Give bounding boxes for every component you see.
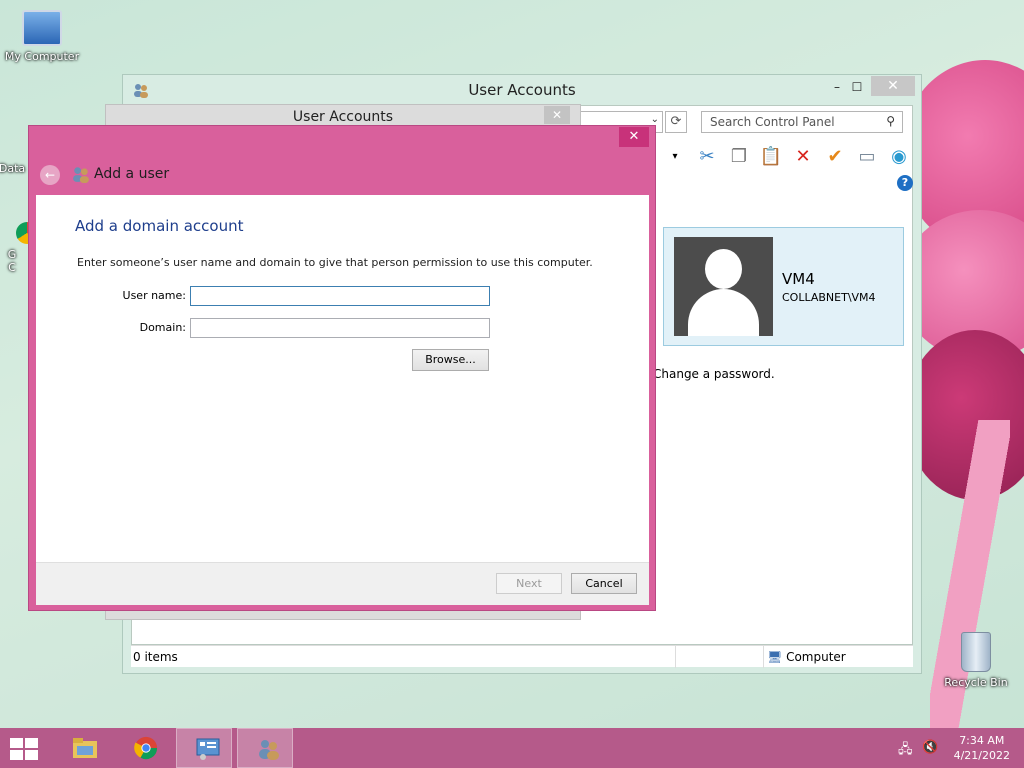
windows-logo-icon xyxy=(10,738,38,760)
help-icon[interactable]: ? xyxy=(897,175,913,191)
network-icon[interactable]: 🖧 xyxy=(898,740,913,762)
avatar xyxy=(674,237,773,336)
desktop-icon-label: Recycle Bin xyxy=(944,676,1008,689)
close-button[interactable]: ✕ xyxy=(544,106,570,124)
dialog-footer: Next Cancel xyxy=(36,562,649,605)
dialog-body: Add a domain account Enter someone’s use… xyxy=(36,195,649,605)
volume-muted-icon[interactable]: 🔇 xyxy=(922,740,938,755)
search-placeholder: Search Control Panel xyxy=(710,115,835,129)
next-button[interactable]: Next xyxy=(496,573,562,594)
users-icon xyxy=(259,740,279,760)
recycle-bin-icon xyxy=(961,632,991,672)
chrome-icon xyxy=(134,736,158,760)
dialog-description: Enter someone’s user name and domain to … xyxy=(77,256,593,269)
dialog-title: Add a user xyxy=(94,166,170,182)
window-title: User Accounts xyxy=(292,109,394,125)
control-panel-icon xyxy=(196,738,220,760)
taskbar: 🖧 🔇 7:34 AM 4/21/2022 xyxy=(0,728,1024,768)
dialog-heading: Add a domain account xyxy=(75,217,244,235)
search-input[interactable]: Search Control Panel ⚲ xyxy=(701,111,903,133)
window-title: User Accounts xyxy=(468,81,576,99)
dropdown-arrow-icon[interactable]: ▾ xyxy=(663,145,687,169)
properties-icon[interactable]: ▭ xyxy=(855,145,879,169)
taskbar-control-panel[interactable] xyxy=(176,728,232,768)
username-field[interactable] xyxy=(190,286,490,306)
toolbar: ▾ ✂ ❐ 📋 ✕ ✔ ▭ ◉ xyxy=(663,143,911,171)
taskbar-chrome[interactable] xyxy=(115,728,171,768)
shell-icon[interactable]: ◉ xyxy=(887,145,911,169)
status-location: 🖥 Computer xyxy=(767,650,846,664)
desktop-icon-label: C xyxy=(8,261,16,274)
clock-time: 7:34 AM xyxy=(959,734,1005,747)
clock[interactable]: 7:34 AM 4/21/2022 xyxy=(954,733,1010,763)
users-icon xyxy=(73,167,89,183)
clock-date: 4/21/2022 xyxy=(953,749,1010,762)
refresh-button[interactable]: ⟳ xyxy=(665,111,687,133)
computer-icon: 🖥 xyxy=(767,650,787,664)
chevron-down-icon[interactable]: ⌄ xyxy=(651,114,659,125)
cut-icon[interactable]: ✂ xyxy=(695,145,719,169)
close-button[interactable]: ✕ xyxy=(619,127,649,147)
status-item-count: 0 items xyxy=(133,650,178,664)
add-user-dialog: ✕ ← Add a user Add a domain account Ente… xyxy=(28,125,656,611)
maximize-button[interactable]: ☐ xyxy=(845,77,869,97)
copy-icon[interactable]: ❐ xyxy=(727,145,751,169)
change-password-link[interactable]: Change a password. xyxy=(653,367,775,381)
computer-icon xyxy=(22,10,62,46)
taskbar-user-accounts[interactable] xyxy=(237,728,293,768)
folder-icon xyxy=(73,738,97,758)
taskbar-file-explorer[interactable] xyxy=(54,728,110,768)
desktop-icon-label: My Computer xyxy=(4,50,80,63)
wallpaper-stem xyxy=(930,420,1010,750)
status-bar: 0 items 🖥 Computer xyxy=(131,645,913,668)
close-button[interactable]: ✕ xyxy=(871,76,915,96)
status-location-label: Computer xyxy=(786,650,846,664)
start-button[interactable] xyxy=(0,728,56,768)
desktop-icon-recycle-bin[interactable]: Recycle Bin xyxy=(934,632,1018,689)
domain-label: Domain: xyxy=(139,321,186,334)
desktop-icon-my-computer[interactable]: My Computer xyxy=(0,10,84,63)
username-label: User name: xyxy=(122,289,186,302)
back-arrow-icon[interactable]: ← xyxy=(40,165,60,185)
checkmark-icon[interactable]: ✔ xyxy=(823,145,847,169)
cancel-button[interactable]: Cancel xyxy=(571,573,637,594)
domain-field[interactable] xyxy=(190,318,490,338)
delete-icon[interactable]: ✕ xyxy=(791,145,815,169)
paste-icon[interactable]: 📋 xyxy=(759,145,783,169)
browse-button[interactable]: Browse... xyxy=(412,349,489,371)
app-icon xyxy=(0,112,27,158)
user-card[interactable]: VM4 COLLABNET\VM4 xyxy=(663,227,904,346)
user-name: VM4 xyxy=(782,270,815,288)
desktop-icon-label: G xyxy=(7,248,17,261)
search-icon: ⚲ xyxy=(886,114,895,128)
user-domain: COLLABNET\VM4 xyxy=(782,291,876,304)
desktop-icon-label: Data xyxy=(0,162,26,175)
